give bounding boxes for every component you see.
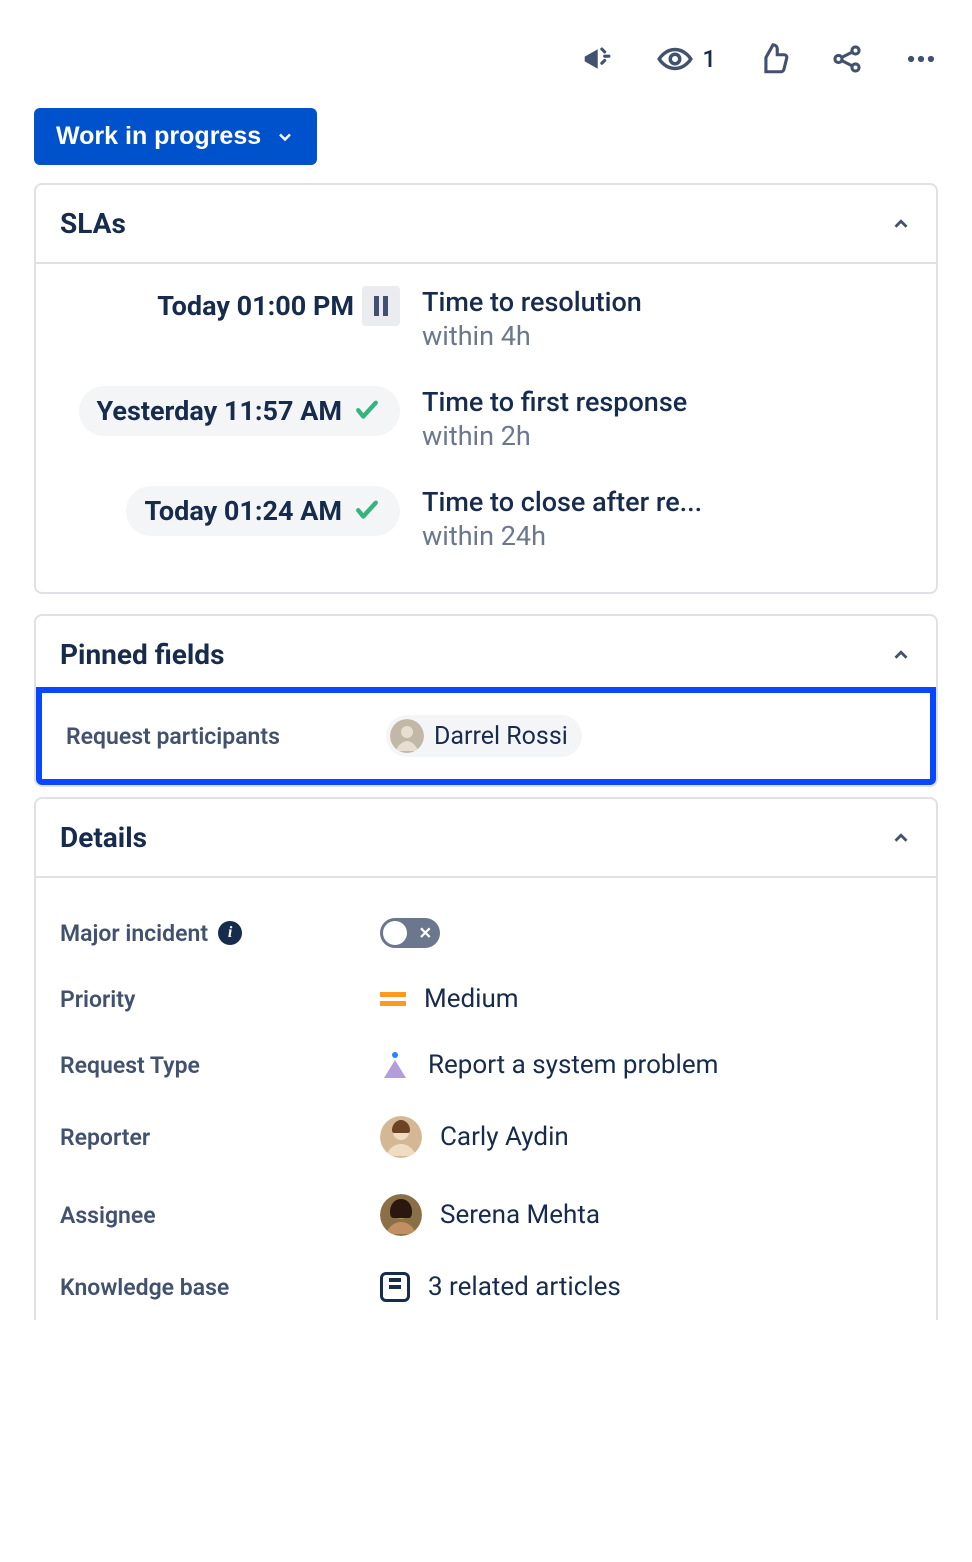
close-icon: ✕ (419, 924, 432, 943)
status-label: Work in progress (56, 122, 261, 151)
toggle-knob (383, 921, 407, 945)
sla-time: Yesterday 11:57 AM (97, 395, 342, 427)
status-dropdown[interactable]: Work in progress (34, 108, 317, 165)
like-button[interactable] (756, 42, 790, 76)
request-type-label: Request Type (60, 1052, 380, 1079)
watch-button[interactable]: 1 (656, 40, 716, 78)
chevron-down-icon (275, 127, 295, 147)
major-incident-label: Major incident (60, 920, 208, 947)
knowledge-base-label: Knowledge base (60, 1274, 380, 1301)
issue-toolbar: 1 (34, 30, 938, 108)
request-participants-label: Request participants (66, 723, 386, 750)
details-panel-header[interactable]: Details (36, 799, 936, 878)
participant-chip[interactable]: Darrel Rossi (386, 715, 582, 757)
pinned-fields-panel: Pinned fields Request participants Darre… (34, 614, 938, 787)
chevron-up-icon (890, 827, 912, 849)
priority-row[interactable]: Priority Medium (60, 966, 912, 1032)
details-panel: Details Major incident i ✕ Priority Medi… (34, 797, 938, 1320)
slas-title: SLAs (60, 207, 126, 240)
details-title: Details (60, 821, 147, 854)
assignee-row[interactable]: Assignee Serena Mehta (60, 1176, 912, 1254)
avatar (380, 1116, 422, 1158)
sla-row: Yesterday 11:57 AM Time to first respons… (60, 386, 912, 452)
assignee-label: Assignee (60, 1202, 380, 1229)
pause-icon (362, 286, 400, 326)
priority-label: Priority (60, 986, 380, 1013)
chevron-up-icon (890, 644, 912, 666)
assignee-value: Serena Mehta (440, 1200, 600, 1230)
share-button[interactable] (830, 42, 864, 76)
slas-panel-body: Today 01:00 PM Time to resolution within… (36, 264, 936, 592)
watch-count: 1 (702, 45, 716, 73)
sla-name: Time to resolution (422, 286, 912, 318)
avatar (380, 1194, 422, 1236)
book-icon (380, 1272, 410, 1302)
sla-row: Today 01:24 AM Time to close after re...… (60, 486, 912, 552)
priority-medium-icon (380, 992, 406, 1006)
knowledge-base-row[interactable]: Knowledge base 3 related articles (60, 1254, 912, 1320)
sla-name: Time to close after re... (422, 486, 912, 518)
pinned-fields-header[interactable]: Pinned fields (36, 616, 936, 693)
request-participants-row[interactable]: Request participants Darrel Rossi (36, 687, 936, 785)
avatar (390, 719, 424, 753)
sla-target: within 24h (422, 520, 912, 552)
info-icon[interactable]: i (218, 921, 242, 945)
pinned-fields-title: Pinned fields (60, 638, 224, 671)
request-type-value: Report a system problem (428, 1050, 718, 1080)
major-incident-toggle[interactable]: ✕ (380, 918, 440, 948)
check-icon (352, 494, 382, 528)
request-type-icon (380, 1050, 410, 1080)
sla-name: Time to first response (422, 386, 912, 418)
sla-time: Today 01:24 AM (144, 495, 342, 527)
details-panel-body: Major incident i ✕ Priority Medium Reque… (36, 878, 936, 1320)
feedback-icon[interactable] (582, 42, 616, 76)
reporter-value: Carly Aydin (440, 1122, 569, 1152)
sla-target: within 4h (422, 320, 912, 352)
slas-panel: SLAs Today 01:00 PM Time to resolution w… (34, 183, 938, 594)
sla-row: Today 01:00 PM Time to resolution within… (60, 286, 912, 352)
request-type-row[interactable]: Request Type Report a system problem (60, 1032, 912, 1098)
major-incident-row: Major incident i ✕ (60, 900, 912, 966)
sla-target: within 2h (422, 420, 912, 452)
more-actions-button[interactable] (904, 42, 938, 76)
participant-name: Darrel Rossi (434, 722, 568, 751)
chevron-up-icon (890, 213, 912, 235)
knowledge-base-value: 3 related articles (428, 1272, 621, 1302)
slas-panel-header[interactable]: SLAs (36, 185, 936, 264)
priority-value: Medium (424, 984, 519, 1014)
sla-time: Today 01:00 PM (157, 290, 354, 322)
check-icon (352, 394, 382, 428)
reporter-row[interactable]: Reporter Carly Aydin (60, 1098, 912, 1176)
reporter-label: Reporter (60, 1124, 380, 1151)
